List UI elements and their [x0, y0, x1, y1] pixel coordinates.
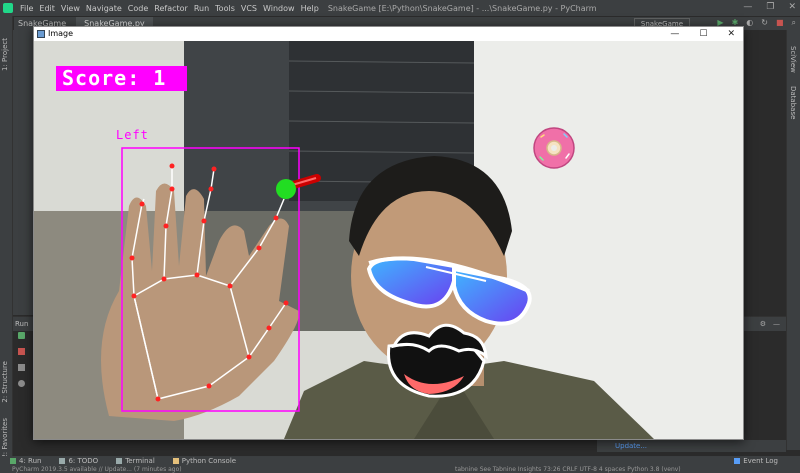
coverage-icon[interactable]: ◐ — [746, 18, 753, 28]
rerun-icon[interactable] — [17, 332, 25, 339]
tab-database[interactable]: Database — [789, 86, 797, 119]
stop-icon[interactable]: ■ — [776, 18, 784, 28]
menu-edit[interactable]: Edit — [36, 4, 58, 13]
run-toolbar — [14, 332, 28, 387]
donut-food-icon — [533, 127, 575, 169]
tab-event-log[interactable]: Event Log — [724, 457, 786, 465]
minimize-icon[interactable]: — — [670, 27, 679, 41]
left-tool-strip: 1: Project 2: Structure 2: Favorites — [0, 16, 13, 459]
gear-icon[interactable]: ⚙ — [760, 317, 766, 331]
score-display: Score: 1 — [56, 66, 187, 91]
menu-navigate[interactable]: Navigate — [83, 4, 125, 13]
menu-code[interactable]: Code — [125, 4, 151, 13]
project-panel — [13, 30, 33, 315]
close-icon[interactable]: ✕ — [788, 2, 796, 12]
tab-run[interactable]: 4: Run — [0, 457, 49, 465]
update-link[interactable]: Update... — [615, 442, 647, 450]
webcam-frame: Score: 1 Left — [34, 41, 743, 439]
close-icon[interactable]: ✕ — [727, 27, 735, 41]
search-icon[interactable]: ⌕ — [792, 18, 796, 28]
menu-refactor[interactable]: Refactor — [151, 4, 191, 13]
stop-icon[interactable] — [17, 348, 25, 355]
image-window-controls: — ☐ ✕ — [670, 27, 735, 41]
tab-run-label: 4: Run — [19, 457, 42, 465]
minimize-icon[interactable]: — — [743, 2, 752, 12]
tab-python-console-label: Python Console — [181, 457, 237, 465]
ide-window-controls: — ❐ ✕ — [743, 2, 796, 12]
hand-label: Left — [116, 128, 149, 142]
layout-icon[interactable] — [17, 364, 25, 371]
tab-todo-label: 6: TODO — [68, 457, 99, 465]
menu-file[interactable]: File — [17, 4, 36, 13]
run-icon — [10, 458, 16, 464]
hide-panel-icon[interactable]: — — [773, 317, 780, 331]
run-panel-label: Run — [15, 320, 29, 328]
menu-help[interactable]: Help — [298, 4, 322, 13]
event-log-panel: Update... — [597, 440, 786, 452]
menu-run[interactable]: Run — [191, 4, 212, 13]
pycharm-ide-window: File Edit View Navigate Code Refactor Ru… — [0, 0, 800, 473]
event-log-icon — [734, 458, 741, 464]
tab-structure[interactable]: 2: Structure — [1, 361, 12, 403]
image-window-icon — [37, 30, 45, 38]
snake-head — [276, 179, 296, 199]
status-right: tabnine See Tabnine Insights 73:26 CRLF … — [455, 466, 681, 473]
rerun-icon[interactable]: ↻ — [761, 18, 768, 28]
maximize-icon[interactable]: ☐ — [699, 27, 707, 41]
mustache-mouth-overlay — [387, 323, 488, 398]
webcam-scene — [34, 41, 743, 439]
menu-tools[interactable]: Tools — [212, 4, 238, 13]
status-left: PyCharm 2019.3.5 available // Update... … — [12, 466, 182, 473]
tab-event-log-label: Event Log — [743, 457, 778, 465]
tab-sciview[interactable]: SciView — [789, 46, 797, 73]
menu-view[interactable]: View — [58, 4, 83, 13]
pycharm-logo-icon — [3, 3, 13, 13]
python-console-icon — [172, 458, 179, 464]
terminal-icon — [116, 458, 123, 464]
bottom-tool-tabs: 4: Run 6: TODO Terminal Python Console E… — [0, 456, 800, 466]
tab-terminal[interactable]: Terminal — [106, 457, 163, 465]
tab-project[interactable]: 1: Project — [1, 38, 12, 71]
image-window: Image — ☐ ✕ Score: 1 Left — [33, 26, 744, 440]
tab-todo[interactable]: 6: TODO — [49, 457, 106, 465]
menu-bar: File Edit View Navigate Code Refactor Ru… — [0, 0, 800, 16]
maximize-icon[interactable]: ❐ — [766, 2, 774, 12]
pin-icon[interactable] — [17, 380, 25, 387]
right-tool-strip: SciView Database — [786, 30, 800, 450]
todo-icon — [59, 458, 66, 464]
window-title: SnakeGame [E:\Python\SnakeGame] - ...\Sn… — [327, 3, 597, 13]
image-window-titlebar[interactable]: Image — ☐ ✕ — [34, 27, 743, 41]
tab-favorites[interactable]: 2: Favorites — [1, 418, 12, 459]
tab-terminal-label: Terminal — [125, 457, 155, 465]
status-bar: PyCharm 2019.3.5 available // Update... … — [0, 466, 800, 473]
tab-python-console[interactable]: Python Console — [163, 457, 244, 465]
menu-window[interactable]: Window — [260, 4, 298, 13]
image-window-title: Image — [48, 29, 74, 38]
menu-vcs[interactable]: VCS — [238, 4, 260, 13]
